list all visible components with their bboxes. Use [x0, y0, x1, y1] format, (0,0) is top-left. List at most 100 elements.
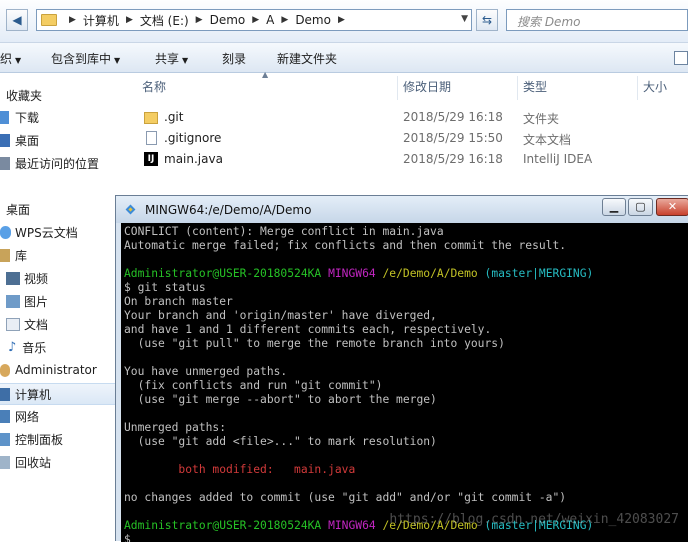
breadcrumb-computer[interactable]: 计算机: [83, 12, 119, 29]
maximize-button[interactable]: ▢: [628, 198, 653, 216]
sidebar-item-favorites[interactable]: 收藏夹: [0, 85, 42, 105]
chevron-right-icon[interactable]: ▶: [252, 15, 259, 25]
sidebar-item-recycle-bin[interactable]: 回收站: [0, 452, 51, 472]
minimize-button[interactable]: ▁: [602, 198, 626, 216]
share-button[interactable]: 共享 ▼: [155, 50, 188, 67]
sidebar-item-documents[interactable]: 文档: [0, 314, 48, 334]
sidebar-item-recent[interactable]: 最近访问的位置: [0, 153, 99, 173]
intellij-file-icon: IJ: [144, 152, 158, 166]
column-divider[interactable]: [517, 76, 518, 100]
sidebar-item-label: 图片: [24, 294, 49, 309]
file-type: 文件夹: [523, 112, 560, 126]
sidebar-item-network[interactable]: 网络: [0, 406, 39, 426]
column-header-type[interactable]: 类型: [523, 78, 547, 98]
sidebar-item-downloads[interactable]: 下载: [0, 107, 39, 127]
file-type: IntelliJ IDEA: [523, 152, 593, 166]
terminal-line: (use "git add <file>..." to mark resolut…: [124, 435, 437, 448]
close-icon: ✕: [667, 200, 678, 213]
column-divider[interactable]: [637, 76, 638, 100]
share-label: 共享: [155, 52, 180, 66]
file-name: .gitignore: [164, 131, 222, 145]
terminal-line: (fix conflicts and run "git commit"): [124, 379, 383, 392]
terminal-line: no changes added to commit (use "git add…: [124, 491, 567, 504]
chevron-down-icon: ▼: [182, 56, 189, 65]
include-in-library-button[interactable]: 包含到库中 ▼: [51, 50, 120, 67]
file-row[interactable]: .git 2018/5/29 16:18 文件夹: [140, 108, 688, 128]
terminal-line: (use "git merge --abort" to abort the me…: [124, 393, 437, 406]
sidebar-item-label: 视频: [24, 271, 49, 286]
refresh-icon: ⇆: [481, 13, 493, 27]
chevron-right-icon[interactable]: ▶: [196, 15, 203, 25]
network-icon: [0, 409, 10, 423]
chevron-right-icon[interactable]: ▶: [338, 15, 345, 25]
breadcrumb-a[interactable]: A: [266, 13, 274, 27]
terminal-title: MINGW64:/e/Demo/A/Demo: [145, 203, 312, 217]
watermark: https://blog.csdn.net/weixin_42083027: [389, 512, 679, 527]
column-header-label: 修改日期: [403, 80, 452, 94]
refresh-button[interactable]: ⇆: [476, 9, 498, 31]
new-folder-label: 新建文件夹: [277, 52, 338, 66]
search-placeholder: 搜索 Demo: [517, 15, 581, 29]
sidebar-item-videos[interactable]: 视频: [0, 268, 48, 288]
column-header-size[interactable]: 大小: [643, 78, 667, 98]
prompt-env: MINGW64: [328, 519, 376, 532]
file-row[interactable]: IJ main.java 2018/5/29 16:18 IntelliJ ID…: [140, 150, 688, 170]
file-name: main.java: [164, 152, 223, 166]
prompt-branch: (master|MERGING): [484, 267, 594, 280]
recycle-bin-icon: [0, 455, 10, 469]
sidebar-item-label: 下载: [15, 110, 40, 125]
file-type: 文本文档: [523, 133, 572, 147]
column-header-name[interactable]: 名称: [142, 78, 166, 98]
column-header-label: 名称: [142, 80, 167, 94]
view-toggle-icon[interactable]: [674, 51, 688, 65]
column-header-modified[interactable]: 修改日期: [403, 78, 451, 98]
breadcrumb-drive-e[interactable]: 文档 (E:): [140, 12, 189, 29]
terminal-command: $ git status: [124, 281, 206, 294]
sidebar-item-music[interactable]: ♪ 音乐: [0, 337, 46, 357]
music-note-icon: ♪: [8, 339, 17, 355]
chevron-right-icon[interactable]: ▶: [126, 15, 133, 25]
sidebar-item-wps[interactable]: WPS云文档: [0, 222, 78, 242]
sidebar-item-desktop[interactable]: 桌面: [0, 130, 39, 150]
breadcrumb-demo[interactable]: Demo: [210, 13, 246, 27]
sidebar-item-libraries[interactable]: 库: [0, 245, 27, 265]
sidebar-item-label: 收藏夹: [6, 88, 43, 103]
chevron-down-icon[interactable]: ▼: [461, 14, 468, 24]
terminal-window[interactable]: MINGW64:/e/Demo/A/Demo ▁ ▢ ✕ CONFLICT (c…: [115, 195, 688, 542]
sidebar-item-control-panel[interactable]: 控制面板: [0, 429, 63, 449]
close-button[interactable]: ✕: [656, 198, 688, 216]
folder-icon: [41, 14, 57, 26]
terminal-line: and have 1 and 1 different commits each,…: [124, 323, 492, 336]
organize-button[interactable]: 织 ▼: [0, 50, 21, 67]
sidebar-item-computer[interactable]: 计算机: [0, 383, 115, 405]
burn-button[interactable]: 刻录: [222, 50, 246, 67]
sidebar-item-administrator[interactable]: Administrator: [0, 360, 97, 380]
chevron-down-icon: ▼: [15, 56, 22, 65]
sidebar-item-label: 文档: [24, 317, 49, 332]
prompt-user-host: Administrator@USER-20180524KA: [124, 267, 322, 280]
terminal-title-bar[interactable]: MINGW64:/e/Demo/A/Demo ▁ ▢ ✕: [116, 196, 688, 223]
organize-label: 织: [0, 52, 13, 66]
prompt-user-host: Administrator@USER-20180524KA: [124, 519, 322, 532]
terminal-output[interactable]: CONFLICT (content): Merge conflict in ma…: [121, 223, 688, 542]
sidebar-item-pictures[interactable]: 图片: [0, 291, 48, 311]
download-folder-icon: [0, 110, 9, 124]
sort-arrow-icon: ▲: [262, 70, 269, 79]
terminal-conflict-line: both modified: main.java: [124, 463, 356, 476]
sidebar-item-label: Administrator: [15, 363, 97, 377]
command-bar: 织 ▼ 包含到库中 ▼ 共享 ▼ 刻录 新建文件夹: [0, 43, 688, 73]
chevron-right-icon[interactable]: ▶: [281, 15, 288, 25]
new-folder-button[interactable]: 新建文件夹: [277, 50, 337, 67]
sidebar-item-desktop-root[interactable]: 桌面: [0, 199, 30, 219]
sidebar-item-label: WPS云文档: [15, 225, 78, 240]
document-icon: [6, 317, 20, 331]
back-button[interactable]: ◀: [6, 9, 28, 31]
terminal-line: CONFLICT (content): Merge conflict in ma…: [124, 225, 444, 238]
address-input[interactable]: ▶ 计算机 ▶ 文档 (E:) ▶ Demo ▶ A ▶ Demo ▶ ▼: [36, 9, 472, 31]
search-input[interactable]: 搜索 Demo: [506, 9, 688, 31]
terminal-line: Your branch and 'origin/master' have div…: [124, 309, 437, 322]
file-row[interactable]: .gitignore 2018/5/29 15:50 文本文档: [140, 129, 688, 149]
breadcrumb-demo-current[interactable]: Demo: [295, 13, 331, 27]
column-divider[interactable]: [397, 76, 398, 100]
terminal-line: Automatic merge failed; fix conflicts an…: [124, 239, 567, 252]
